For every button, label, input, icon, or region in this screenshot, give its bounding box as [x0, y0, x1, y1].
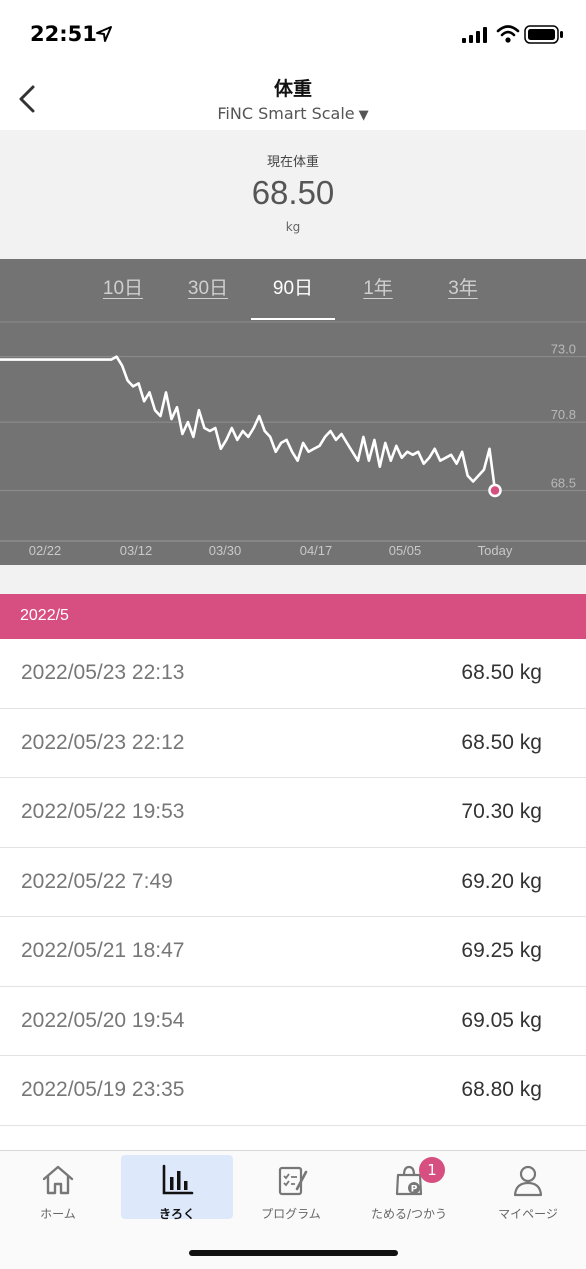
weight-line-chart: 73.0 70.8 68.5 02/22 03/12 03/30 04/17 05/05 Tod…: [0, 321, 586, 558]
tab-mypage[interactable]: マイページ: [472, 1155, 584, 1221]
tab-records[interactable]: きろく: [121, 1155, 233, 1221]
wifi-icon: [496, 25, 520, 43]
home-indicator: [189, 1250, 398, 1256]
current-weight-value: 68.50: [251, 174, 335, 211]
period-tab-3y[interactable]: 3年: [420, 273, 506, 300]
record-weight: 68.80 kg: [461, 1078, 542, 1101]
current-weight-panel: 現在体重 68.50 kg: [0, 130, 586, 259]
record-weight: 69.25 kg: [461, 939, 542, 962]
record-weight: 68.50 kg: [461, 661, 542, 684]
period-tab-1y[interactable]: 1年: [335, 273, 421, 300]
record-datetime: 2022/05/19 23:35: [21, 1078, 185, 1101]
record-row[interactable]: 2022/05/20 19:54 69.05 kg: [0, 986, 586, 1056]
device-name: FiNC Smart Scale: [217, 104, 355, 123]
status-bar: 22:51: [0, 0, 586, 64]
record-row[interactable]: 2022/05/22 19:53 70.30 kg: [0, 778, 586, 848]
current-weight-label: 現在体重: [266, 155, 319, 170]
notification-badge: 1: [419, 1157, 445, 1183]
weight-chart-panel: 10日 30日 90日 1年 3年 73.0 70.8 68.5 02/22 03/12…: [0, 259, 586, 565]
record-datetime: 2022/05/20 19:54: [21, 1008, 185, 1032]
x-tick-label: 03/12: [120, 543, 153, 558]
weight-record-list: 2022/05/23 22:13 68.50 kg 2022/05/23 22:12…: [0, 639, 586, 1126]
record-weight: 69.20 kg: [461, 869, 542, 893]
x-tick-label: 04/17: [300, 543, 333, 558]
y-tick-label: 73.0: [551, 342, 576, 357]
tab-home-label: ホーム: [40, 1207, 76, 1221]
y-tick-label: 68.5: [551, 475, 576, 490]
tab-home[interactable]: ホーム: [2, 1155, 114, 1221]
period-tab-10d[interactable]: 10日: [80, 273, 166, 300]
latest-point-marker: [488, 483, 502, 498]
tab-points[interactable]: P 1 ためる/つかう: [353, 1155, 465, 1221]
record-row[interactable]: 2022/05/23 22:13 68.50 kg: [0, 639, 586, 709]
tab-records-label: きろく: [158, 1207, 195, 1221]
x-tick-label: Today: [478, 543, 513, 558]
record-weight: 68.50 kg: [461, 730, 542, 754]
x-tick-label: 02/22: [29, 543, 62, 558]
record-row[interactable]: 2022/05/22 7:49 69.20 kg: [0, 847, 586, 917]
device-selector[interactable]: FiNC Smart Scale ▼: [0, 104, 586, 123]
tab-points-label: ためる/つかう: [370, 1207, 448, 1221]
clipboard-icon: [278, 1166, 308, 1196]
record-datetime: 2022/05/23 22:13: [21, 661, 185, 684]
section-gap: [0, 565, 586, 594]
svg-text:P: P: [411, 1185, 418, 1195]
period-tabs: 10日 30日 90日 1年 3年: [0, 273, 586, 320]
record-datetime: 2022/05/23 22:12: [21, 730, 185, 754]
tab-program-label: プログラム: [261, 1207, 321, 1221]
y-tick-label: 70.8: [551, 407, 576, 422]
status-time: 22:51: [30, 22, 97, 46]
cellular-signal-icon: [462, 27, 487, 43]
period-tab-30d[interactable]: 30日: [165, 273, 251, 300]
active-period-underline: [251, 318, 335, 320]
x-tick-label: 05/05: [389, 543, 422, 558]
period-tab-90d[interactable]: 90日: [250, 273, 336, 300]
record-datetime: 2022/05/22 19:53: [21, 800, 185, 823]
record-row[interactable]: 2022/05/19 23:35 68.80 kg: [0, 1056, 586, 1126]
nav-header: 体重 FiNC Smart Scale ▼: [0, 64, 586, 130]
record-datetime: 2022/05/22 7:49: [21, 869, 173, 893]
record-row[interactable]: 2022/05/23 22:12 68.50 kg: [0, 708, 586, 778]
battery-icon: [524, 25, 563, 44]
record-datetime: 2022/05/21 18:47: [21, 939, 185, 962]
record-weight: 69.05 kg: [461, 1008, 542, 1032]
bar-chart-icon: [162, 1164, 194, 1195]
weight-series-line: [0, 355, 497, 491]
month-section-header: 2022/5: [0, 594, 586, 639]
x-tick-label: 03/30: [209, 543, 242, 558]
record-weight: 70.30 kg: [461, 800, 542, 823]
record-row[interactable]: 2022/05/21 18:47 69.25 kg: [0, 917, 586, 987]
home-icon: [42, 1165, 74, 1195]
page-title: 体重: [273, 78, 312, 100]
person-icon: [513, 1165, 543, 1197]
tab-program[interactable]: プログラム: [235, 1155, 347, 1221]
tab-mypage-label: マイページ: [498, 1207, 558, 1221]
dropdown-caret-icon: ▼: [358, 108, 369, 123]
month-label: 2022/5: [20, 607, 69, 624]
location-arrow-icon: [96, 26, 112, 42]
current-weight-unit: kg: [285, 220, 301, 234]
